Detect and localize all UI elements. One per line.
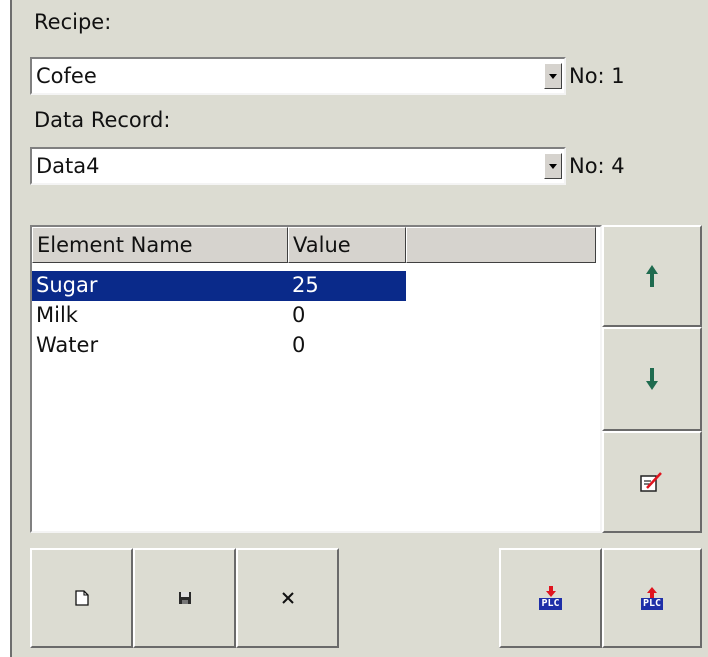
arrow-up-icon [646, 265, 658, 287]
download-to-plc-icon: PLC [539, 586, 562, 610]
recipe-value: Cofee [36, 64, 97, 88]
data-record-select[interactable]: Data4 [30, 147, 566, 185]
data-record-value: Data4 [36, 154, 100, 178]
download-to-plc-button[interactable]: PLC [499, 548, 602, 648]
table-row[interactable]: Milk 0 [32, 301, 406, 331]
row-name: Sugar [36, 273, 98, 297]
upload-from-plc-icon: PLC [640, 586, 664, 610]
recipe-number: No: 1 [569, 64, 625, 88]
row-value: 0 [292, 333, 306, 357]
new-document-icon [74, 590, 89, 606]
move-up-button[interactable] [602, 225, 702, 327]
save-icon [178, 592, 191, 604]
element-table[interactable]: Element Name Value Sugar 25 Milk 0 Water… [30, 225, 602, 533]
move-down-button[interactable] [602, 327, 702, 431]
new-button[interactable] [30, 548, 133, 648]
chevron-down-icon[interactable] [544, 63, 562, 89]
upload-from-plc-button[interactable]: PLC [602, 548, 702, 648]
table-row[interactable]: Water 0 [32, 331, 406, 361]
plc-label: PLC [539, 598, 562, 610]
data-record-label: Data Record: [34, 108, 171, 132]
arrow-down-icon [646, 368, 658, 390]
row-name: Water [36, 333, 99, 357]
row-value: 25 [292, 273, 319, 297]
recipe-panel: Recipe: Cofee No: 1 Data Record: Data4 N… [10, 0, 708, 657]
data-record-number: No: 4 [569, 154, 625, 178]
save-button[interactable] [133, 548, 236, 648]
close-icon [281, 592, 294, 604]
recipe-select[interactable]: Cofee [30, 57, 566, 95]
chevron-down-icon[interactable] [544, 153, 562, 179]
delete-button[interactable] [236, 548, 339, 648]
column-header-value[interactable]: Value [288, 227, 406, 263]
edit-button[interactable] [602, 431, 702, 533]
table-row[interactable]: Sugar 25 [32, 271, 406, 301]
recipe-label: Recipe: [34, 10, 112, 34]
column-header-empty [406, 227, 596, 263]
edit-icon [640, 472, 662, 492]
row-name: Milk [36, 303, 78, 327]
column-header-element-name[interactable]: Element Name [32, 227, 288, 263]
row-value: 0 [292, 303, 306, 327]
plc-label: PLC [640, 598, 664, 610]
